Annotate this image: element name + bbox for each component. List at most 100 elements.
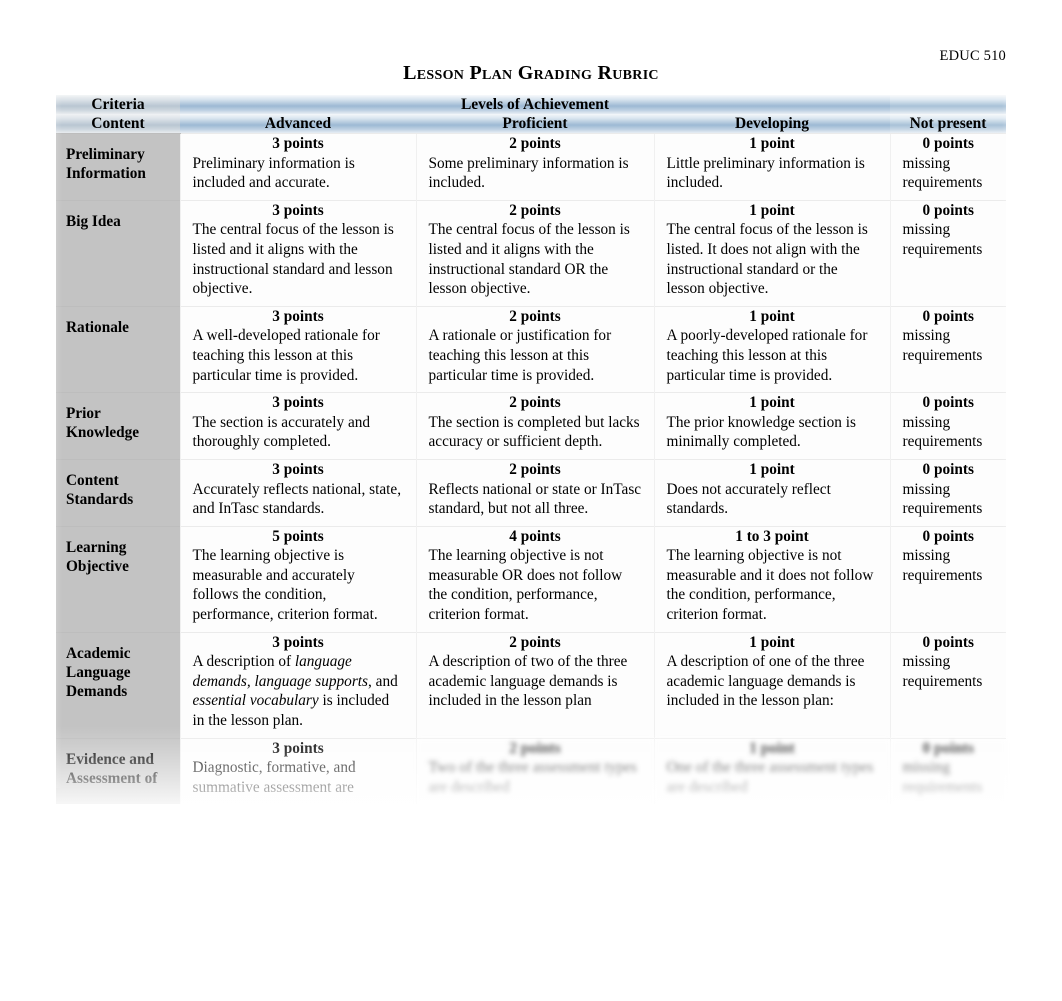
criterion-description: The central focus of the lesson is liste… <box>428 221 630 298</box>
criteria-line: Evidence and <box>66 750 154 768</box>
points-label: 1 point <box>749 739 795 757</box>
points-label: 1 point <box>749 135 795 152</box>
cell-not-present: 0 points missing requirements <box>889 305 1006 393</box>
criteria-line: Academic <box>66 644 131 662</box>
points-label: 0 points <box>922 633 974 651</box>
criterion-description: The learning objective is not measurable… <box>428 547 623 624</box>
cell-developing: 1 point One of the three assessment types… <box>653 737 890 805</box>
header-level-advanced: Advanced <box>180 114 416 134</box>
criteria-line: Information <box>66 165 146 183</box>
table-row: Content Standards 3 points Accurately refle… <box>56 458 1006 527</box>
points-label: 2 points <box>509 135 561 152</box>
points-label: 2 points <box>509 201 561 219</box>
cell-proficient: 4 points The learning objective is not me… <box>415 525 654 633</box>
criterion-description: The section is accurately and thoroughly… <box>192 413 371 451</box>
criterion-description: The prior knowledge section is minimally… <box>666 413 856 451</box>
cell-developing: 1 point A description of one of the three… <box>653 631 890 739</box>
criterion-description: missing requirements <box>902 653 983 690</box>
criterion-description: Diagnostic, formative, and summative ass… <box>192 759 356 796</box>
cell-not-present: 0 points missing requirements <box>889 199 1006 307</box>
criteria-label-prior-knowledge: Prior Knowledge <box>56 392 180 460</box>
cell-not-present: 0 points missing requirements <box>889 133 1006 201</box>
header-level-proficient: Proficient <box>416 114 654 134</box>
table-row: Academic Language Demands 3 points A descrip… <box>56 631 1006 739</box>
header-criteria-content: Content <box>56 114 180 134</box>
cell-not-present: 0 points missing requirements <box>889 525 1006 633</box>
table-row: Rationale 3 points A well-developed ration… <box>56 305 1006 393</box>
points-label: 2 points <box>509 460 561 478</box>
cell-developing: 1 point Little preliminary information is… <box>653 133 890 201</box>
cell-proficient: 2 points Some preliminary information is … <box>415 133 654 201</box>
page-right-fade <box>1002 88 1062 788</box>
points-label: 0 points <box>922 739 974 757</box>
criteria-label-rationale: Rationale <box>56 305 180 393</box>
criteria-line: Demands <box>66 683 128 701</box>
page-title: Lesson Plan Grading Rubric <box>403 62 659 84</box>
points-label: 0 points <box>922 307 974 325</box>
header-spacer <box>890 95 1006 114</box>
criterion-description: Reflects national or state or InTasc sta… <box>428 480 642 518</box>
criterion-description: missing requirements <box>902 413 983 451</box>
criterion-description: The central focus of the lesson is liste… <box>666 221 868 298</box>
criterion-description: missing requirements <box>902 154 983 192</box>
criterion-description: A description of language demands, langu… <box>192 653 398 730</box>
criterion-description: A poorly-developed rationale for teachin… <box>666 327 868 384</box>
criteria-line: Big Idea <box>66 212 121 230</box>
table-row: Preliminary Information 3 points Preliminar… <box>56 133 1006 201</box>
cell-advanced: 3 points Diagnostic, formative, and summa… <box>179 737 416 805</box>
criterion-description: A description of one of the three academ… <box>666 653 865 710</box>
points-label: 5 points <box>272 527 324 545</box>
points-label: 3 points <box>272 394 324 412</box>
points-label: 3 points <box>272 460 324 478</box>
criteria-label-preliminary-information: Preliminary Information <box>56 133 180 201</box>
page-left-fade <box>0 88 62 788</box>
cell-developing: 1 point A poorly-developed rationale for … <box>653 305 890 393</box>
criterion-description: The section is completed but lacks accur… <box>428 413 640 451</box>
criterion-description: A description of two of the three academ… <box>428 653 628 710</box>
cell-proficient: 2 points The section is completed but lac… <box>415 392 654 460</box>
points-label: 0 points <box>922 394 974 412</box>
points-label: 1 point <box>749 394 795 412</box>
criteria-line: Standards <box>66 491 134 509</box>
criteria-line: Objective <box>66 557 129 575</box>
table-header: Criteria Levels of Achievement Content A… <box>56 95 1006 134</box>
criteria-line: Content <box>66 471 119 489</box>
points-label: 0 points <box>922 460 974 478</box>
cell-advanced: 3 points A well-developed rationale for t… <box>179 305 416 393</box>
criteria-line: Language <box>66 663 131 681</box>
criterion-description: Two of the three assessment types are de… <box>428 759 637 796</box>
header-row-group: Criteria Levels of Achievement <box>56 95 1006 114</box>
header-row-levels: Content Advanced Proficient Developing N… <box>56 114 1006 134</box>
points-label: 3 points <box>272 201 324 219</box>
header-levels-of-achievement: Levels of Achievement <box>180 95 890 114</box>
criterion-description: Accurately reflects national, state, and… <box>192 480 402 518</box>
points-label: 0 points <box>922 201 974 219</box>
points-label: 1 point <box>749 201 795 219</box>
cell-not-present: 0 points missing requirements <box>889 631 1006 739</box>
points-label: 3 points <box>272 739 324 757</box>
cell-not-present: 0 points missing requirements <box>889 458 1006 527</box>
points-label: 1 to 3 point <box>735 527 809 545</box>
cell-developing: 1 point Does not accurately reflect stand… <box>653 458 890 527</box>
points-label: 1 point <box>749 633 795 651</box>
criterion-description: missing requirements <box>902 759 983 796</box>
criteria-line: Knowledge <box>66 424 140 442</box>
points-label: 1 point <box>749 460 795 478</box>
cell-proficient: 2 points A rationale or justification for… <box>415 305 654 393</box>
cell-proficient: 2 points The central focus of the lesson … <box>415 199 654 307</box>
criterion-description: Some preliminary information is included… <box>428 154 629 192</box>
criteria-label-learning-objective: Learning Objective <box>56 525 180 633</box>
grading-rubric-table: Criteria Levels of Achievement Content A… <box>56 95 1006 805</box>
table-row: Prior Knowledge 3 points The section is acc… <box>56 392 1006 460</box>
criteria-label-big-idea: Big Idea <box>56 199 180 307</box>
criterion-description: A rationale or justification for teachin… <box>428 327 612 384</box>
points-label: 3 points <box>272 307 324 325</box>
points-label: 2 points <box>509 394 561 412</box>
criteria-label-evidence-and-assessment-of: Evidence and Assessment of <box>56 737 180 805</box>
cell-advanced: 3 points Preliminary information is inclu… <box>179 133 416 201</box>
points-label: 1 point <box>749 307 795 325</box>
rubric-table-container: Criteria Levels of Achievement Content A… <box>56 95 1006 805</box>
cell-advanced: 3 points The central focus of the lesson … <box>179 199 416 307</box>
cell-proficient: 2 points Reflects national or state or In… <box>415 458 654 527</box>
criterion-description: The central focus of the lesson is liste… <box>192 221 394 298</box>
